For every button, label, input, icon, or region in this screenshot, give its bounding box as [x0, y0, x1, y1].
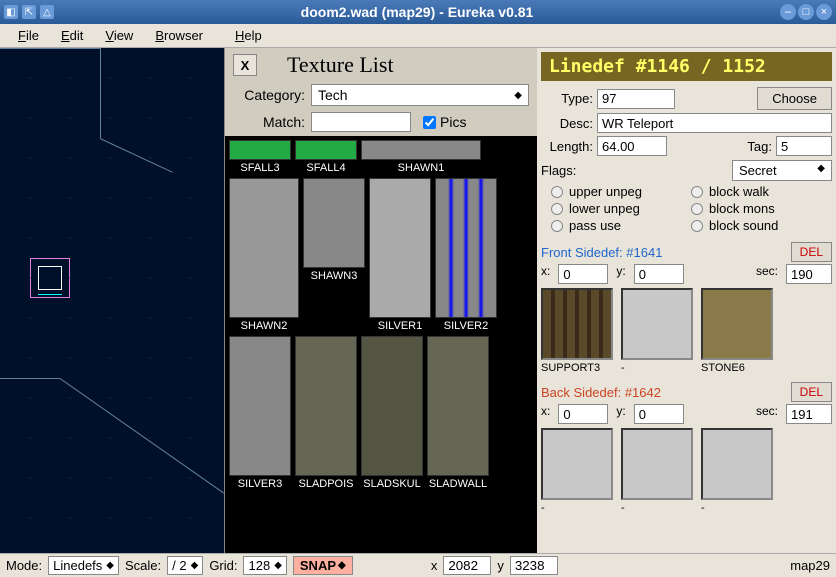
- x-label: x: [431, 558, 438, 573]
- map-viewport[interactable]: [0, 48, 225, 553]
- front-x-input[interactable]: [558, 264, 608, 284]
- match-input[interactable]: [311, 112, 411, 132]
- texture-item[interactable]: SLADSKUL: [361, 336, 423, 490]
- flag-check[interactable]: block walk: [691, 184, 831, 199]
- pics-checkbox-input[interactable]: [423, 116, 436, 129]
- y-label: y: [497, 558, 504, 573]
- mode-label: Mode:: [6, 558, 42, 573]
- front-del-button[interactable]: DEL: [791, 242, 832, 262]
- front-sec-label: sec:: [756, 264, 778, 284]
- close-button[interactable]: ×: [816, 4, 832, 20]
- back-sidedef-header: Back Sidedef: #1642 DEL: [541, 382, 832, 402]
- texture-item[interactable]: SILVER1: [369, 178, 431, 332]
- flags-label: Flags:: [541, 163, 587, 178]
- tag-input[interactable]: [776, 136, 832, 156]
- back-sec-input[interactable]: [786, 404, 832, 424]
- choose-button[interactable]: Choose: [757, 87, 832, 110]
- chevron-down-icon: ◆: [514, 90, 522, 101]
- texture-item[interactable]: SHAWN1: [361, 140, 481, 174]
- front-y-label: y:: [616, 264, 625, 284]
- category-select[interactable]: Tech◆: [311, 84, 529, 106]
- grid-label: Grid:: [209, 558, 237, 573]
- texture-list-title: Texture List: [287, 52, 394, 78]
- texture-item[interactable]: SFALL4: [295, 140, 357, 174]
- chevron-down-icon: ◆: [817, 163, 825, 178]
- category-label: Category:: [233, 87, 305, 103]
- length-input[interactable]: [597, 136, 667, 156]
- length-label: Length:: [541, 139, 593, 154]
- scale-label: Scale:: [125, 558, 161, 573]
- front-y-input[interactable]: [634, 264, 684, 284]
- front-x-label: x:: [541, 264, 550, 284]
- menu-file[interactable]: File: [8, 26, 49, 45]
- sidedef-texture[interactable]: -: [541, 428, 613, 514]
- back-x-label: x:: [541, 404, 550, 424]
- mode-select[interactable]: Linedefs◆: [48, 556, 119, 575]
- pics-checkbox[interactable]: Pics: [423, 114, 495, 130]
- snap-button[interactable]: SNAP◆: [293, 556, 353, 575]
- tag-label: Tag:: [747, 139, 772, 154]
- back-y-input[interactable]: [634, 404, 684, 424]
- back-del-button[interactable]: DEL: [791, 382, 832, 402]
- scale-select[interactable]: / 2◆: [167, 556, 203, 575]
- x-input[interactable]: [443, 556, 491, 575]
- sidedef-texture[interactable]: -: [701, 428, 773, 514]
- map-name: map29: [790, 558, 830, 573]
- pin-icon[interactable]: ⇱: [22, 5, 36, 19]
- texture-item[interactable]: SFALL3: [229, 140, 291, 174]
- back-sec-label: sec:: [756, 404, 778, 424]
- texture-item[interactable]: SHAWN3: [303, 178, 365, 282]
- flag-checkboxes: upper unpegblock walklower unpegblock mo…: [541, 183, 832, 234]
- maximize-button[interactable]: □: [798, 4, 814, 20]
- texture-item[interactable]: SILVER2: [435, 178, 497, 332]
- texture-item[interactable]: SLADPOIS: [295, 336, 357, 490]
- front-sec-input[interactable]: [786, 264, 832, 284]
- sidedef-texture[interactable]: STONE6: [701, 288, 773, 374]
- texture-list-panel: X Texture List Category: Tech◆ Match: Pi…: [225, 48, 537, 553]
- match-label: Match:: [233, 114, 305, 130]
- texture-item[interactable]: SLADWALL: [427, 336, 489, 490]
- sidedef-texture[interactable]: -: [621, 428, 693, 514]
- titlebar: ◧ ⇱ △ doom2.wad (map29) - Eureka v0.81 –…: [0, 0, 836, 24]
- linedef-header: Linedef #1146 / 1152: [541, 52, 832, 81]
- sysmenu-icon[interactable]: ◧: [4, 5, 18, 19]
- grid-select[interactable]: 128◆: [243, 556, 286, 575]
- menu-view[interactable]: View: [95, 26, 143, 45]
- menu-edit[interactable]: Edit: [51, 26, 93, 45]
- flags-select[interactable]: Secret◆: [732, 160, 832, 181]
- window-title: doom2.wad (map29) - Eureka v0.81: [54, 4, 780, 20]
- desc-label: Desc:: [541, 116, 593, 131]
- menubar: File Edit View Browser Help: [0, 24, 836, 48]
- flag-check[interactable]: lower unpeg: [551, 201, 691, 216]
- front-sidedef-header: Front Sidedef: #1641 DEL: [541, 242, 832, 262]
- type-input[interactable]: [597, 89, 675, 109]
- menu-browser[interactable]: Browser: [145, 26, 213, 45]
- window-buttons: – □ ×: [780, 4, 832, 20]
- minimize-button[interactable]: –: [780, 4, 796, 20]
- texture-item[interactable]: SHAWN2: [229, 178, 299, 332]
- flag-check[interactable]: pass use: [551, 218, 691, 233]
- back-x-input[interactable]: [558, 404, 608, 424]
- texture-grid[interactable]: SFALL3SFALL4SHAWN1SHAWN2SHAWN3SILVER1SIL…: [225, 136, 537, 553]
- statusbar: Mode: Linedefs◆ Scale: / 2◆ Grid: 128◆ S…: [0, 553, 836, 577]
- flag-check[interactable]: block mons: [691, 201, 831, 216]
- flag-check[interactable]: upper unpeg: [551, 184, 691, 199]
- back-y-label: y:: [616, 404, 625, 424]
- properties-panel: Linedef #1146 / 1152 Type: Choose Desc: …: [537, 48, 836, 553]
- texture-item[interactable]: SILVER3: [229, 336, 291, 490]
- sidedef-texture[interactable]: SUPPORT3: [541, 288, 613, 374]
- menu-help[interactable]: Help: [225, 26, 272, 45]
- flag-check[interactable]: block sound: [691, 218, 831, 233]
- sysmenu-icons: ◧ ⇱ △: [4, 5, 54, 19]
- shade-icon[interactable]: △: [40, 5, 54, 19]
- texture-list-close-button[interactable]: X: [233, 54, 257, 76]
- y-input[interactable]: [510, 556, 558, 575]
- type-label: Type:: [541, 91, 593, 106]
- sidedef-texture[interactable]: -: [621, 288, 693, 374]
- desc-input[interactable]: [597, 113, 832, 133]
